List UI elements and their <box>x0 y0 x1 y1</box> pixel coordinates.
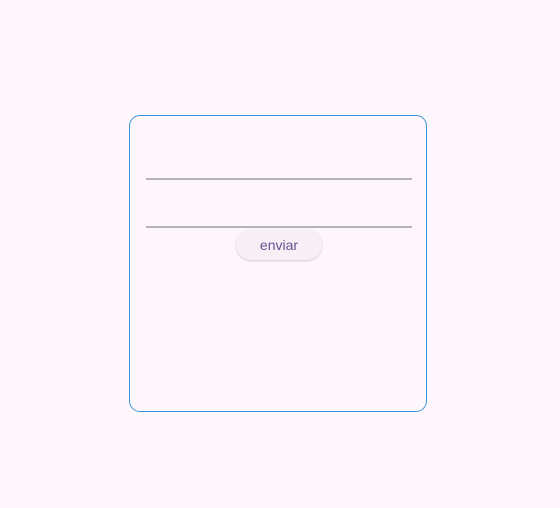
form-card: enviar <box>129 115 427 412</box>
send-button[interactable]: enviar <box>236 229 322 260</box>
text-field-2[interactable] <box>146 200 412 228</box>
text-field-1[interactable] <box>146 152 412 180</box>
